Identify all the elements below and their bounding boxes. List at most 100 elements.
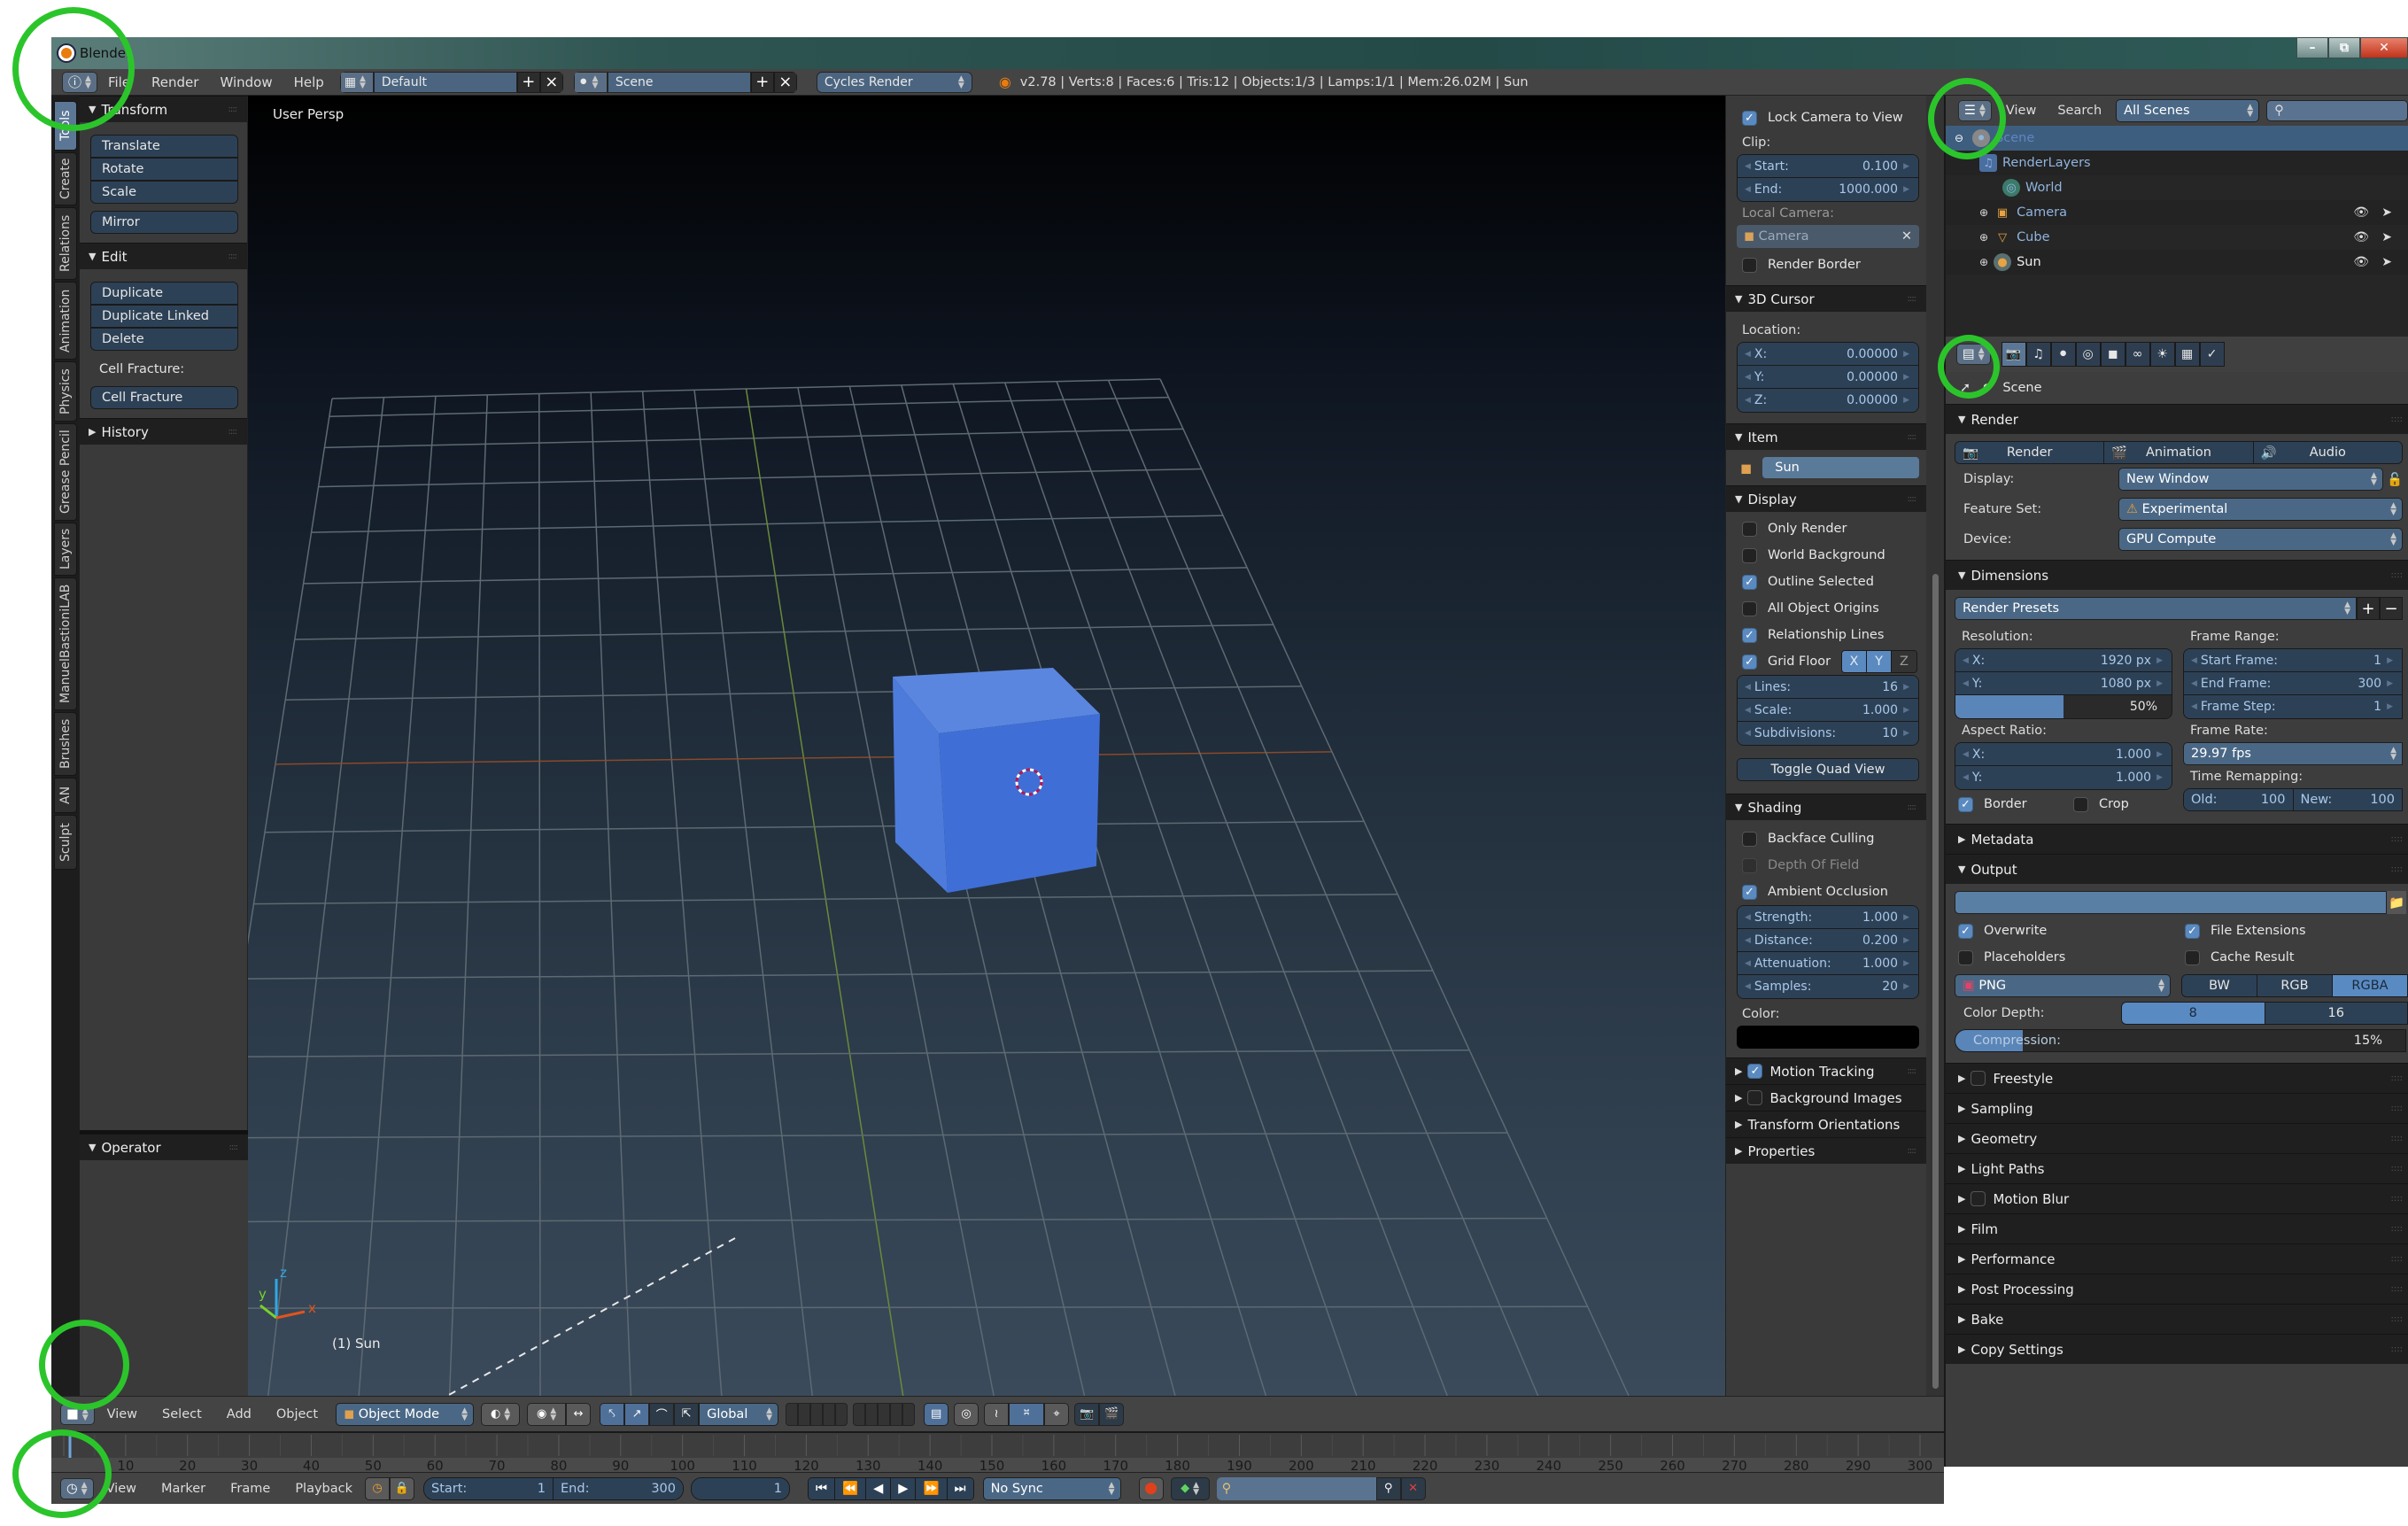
layers-grid-left[interactable]: [786, 1402, 848, 1426]
panel-freestyle-header[interactable]: ▶ Freestyle::::: [1946, 1063, 2408, 1093]
local-camera-field[interactable]: ◼ Camera ✕: [1737, 225, 1919, 248]
tab-object[interactable]: ◼: [2100, 342, 2125, 367]
tab-create[interactable]: Create: [54, 152, 77, 205]
active-keying-set-field[interactable]: ⚲: [1216, 1476, 1376, 1500]
grid-axis-y-toggle[interactable]: Y: [1867, 651, 1892, 672]
render-border-checkbox[interactable]: Render Border: [1726, 252, 1926, 278]
snap-target-button[interactable]: ⌖: [1044, 1402, 1070, 1426]
drag-grip-icon[interactable]: ::::: [228, 105, 238, 114]
jump-keyframe-back-button[interactable]: ⏪: [835, 1477, 867, 1499]
tab-brushes[interactable]: Brushes: [54, 712, 77, 776]
render-audio-button[interactable]: 🔊 Audio: [2253, 442, 2402, 463]
ao-samples-field[interactable]: ◀ Samples: 20 ▶: [1738, 975, 1918, 998]
ao-distance-field[interactable]: ◀ Distance: 0.200 ▶: [1738, 929, 1918, 952]
color-depth-8[interactable]: 8: [2122, 1003, 2265, 1024]
expand-icon[interactable]: ⊕: [1979, 256, 1988, 268]
time-remap-new-field[interactable]: New: 100: [2293, 789, 2402, 810]
file-extensions-checkbox[interactable]: ✓ File Extensions: [2181, 918, 2306, 944]
tab-relations[interactable]: Relations: [54, 207, 77, 280]
pivot-point-dropdown[interactable]: ◉ ▲ ▼: [527, 1402, 567, 1426]
duplicate-button[interactable]: Duplicate: [90, 282, 238, 305]
ambient-occlusion-checkbox[interactable]: ✓ Ambient Occlusion: [1726, 879, 1926, 905]
all-object-origins-checkbox[interactable]: All Object Origins: [1726, 595, 1926, 622]
tab-grease-pencil[interactable]: Grease Pencil: [54, 423, 77, 521]
screen-layout-icon[interactable]: ▦ ▲ ▼: [339, 71, 374, 93]
panel-background-images-header[interactable]: ▶ Background Images: [1726, 1084, 1926, 1111]
panel-shading-header[interactable]: ▼ Shading::::: [1726, 794, 1926, 820]
panel-output-header[interactable]: ▼ Output::::: [1946, 854, 2408, 884]
tab-animation[interactable]: Animation: [54, 282, 77, 360]
timeline-start-field[interactable]: Start: 1: [424, 1477, 554, 1499]
3d-viewport[interactable]: z y x User Persp (1) Sun: [248, 96, 1777, 1396]
grid-floor-checkbox[interactable]: ✓ Grid Floor: [1742, 654, 1831, 670]
time-remap-old-field[interactable]: Old: 100: [2184, 789, 2294, 810]
close-button[interactable]: ✕: [2360, 37, 2408, 58]
selectable-cursor-icon[interactable]: ➤: [2381, 205, 2392, 220]
panel-film-header[interactable]: ▶ Film::::: [1946, 1213, 2408, 1243]
display-dropdown[interactable]: New Window ▲ ▼: [2118, 468, 2383, 491]
cache-result-checkbox[interactable]: Cache Result: [2181, 944, 2306, 971]
selectable-cursor-icon[interactable]: ➤: [2381, 230, 2392, 244]
outliner-item-renderlayers[interactable]: ♫ RenderLayers: [1946, 151, 2408, 175]
menu-help[interactable]: Help: [283, 74, 335, 90]
visibility-eye-icon[interactable]: 👁: [2353, 255, 2369, 269]
scene-field[interactable]: Scene: [607, 71, 751, 93]
scrollbar-thumb[interactable]: [1932, 574, 1939, 1389]
timeline-end-field[interactable]: End: 300: [554, 1477, 684, 1499]
layers-grid-right[interactable]: [853, 1402, 916, 1426]
cube-object[interactable]: [893, 668, 1100, 893]
jump-to-end-button[interactable]: ⏭: [947, 1477, 973, 1499]
panel-dimensions-header[interactable]: ▼ Dimensions::::: [1946, 560, 2408, 590]
frame-rate-dropdown[interactable]: 29.97 fps ▲ ▼: [2183, 742, 2403, 765]
clip-end-field[interactable]: ◀ End: 1000.000 ▶: [1738, 178, 1918, 201]
3d-menu-object[interactable]: Object: [264, 1407, 330, 1421]
panel-render-header[interactable]: ▼ Render::::: [1946, 404, 2408, 434]
drag-grip-icon[interactable]: ::::: [229, 1143, 239, 1152]
tab-layers[interactable]: Layers: [54, 523, 77, 576]
placeholders-checkbox[interactable]: Placeholders: [1955, 944, 2181, 971]
color-mode-rgb[interactable]: RGB: [2257, 975, 2333, 996]
3d-menu-add[interactable]: Add: [214, 1407, 264, 1421]
outliner-item-world[interactable]: ◎ World: [1946, 175, 2408, 200]
tab-scene[interactable]: ⚫: [2050, 342, 2076, 367]
duplicate-linked-button[interactable]: Duplicate Linked: [90, 305, 238, 328]
viewport-shading-dropdown[interactable]: ◐ ▲ ▼: [481, 1402, 521, 1426]
rotate-button[interactable]: Rotate: [90, 158, 238, 181]
folder-icon[interactable]: 📁: [2387, 891, 2406, 914]
tab-render-layers[interactable]: ♫: [2025, 342, 2051, 367]
keying-set-dropdown[interactable]: ◆ ▲ ▼: [1170, 1476, 1210, 1500]
backface-culling-checkbox[interactable]: Backface Culling: [1726, 825, 1926, 852]
delete-button[interactable]: Delete: [90, 328, 238, 351]
timeline-ruler[interactable]: 10 20 30 40 50 60 70 80 90 100 110 120 130 140 150 160 1…: [51, 1431, 1944, 1474]
visibility-eye-icon[interactable]: 👁: [2353, 205, 2369, 220]
outliner-item-scene[interactable]: ⊖ ⚫ Scene: [1946, 126, 2408, 151]
render-animation-button[interactable]: 🎬 Animation: [2104, 442, 2254, 463]
panel-performance-header[interactable]: ▶ Performance::::: [1946, 1243, 2408, 1274]
timeline-menu-playback[interactable]: Playback: [283, 1482, 365, 1496]
scene-icon[interactable]: ⚫ ▲ ▼: [573, 71, 608, 93]
lock-to-scene-layers-button[interactable]: ▤: [924, 1402, 949, 1426]
outliner-menu-search[interactable]: Search: [2050, 104, 2109, 118]
feature-set-dropdown[interactable]: ⚠ Experimental ▲ ▼: [2118, 498, 2403, 521]
selectable-cursor-icon[interactable]: ➤: [2381, 255, 2392, 269]
panel-light-paths-header[interactable]: ▶ Light Paths::::: [1946, 1153, 2408, 1183]
clip-start-field[interactable]: ◀ Start: 0.100 ▶: [1738, 155, 1918, 178]
menu-window[interactable]: Window: [209, 74, 283, 90]
sync-mode-dropdown[interactable]: No Sync ▲ ▼: [982, 1476, 1121, 1500]
color-mode-bw[interactable]: BW: [2182, 975, 2257, 996]
crop-checkbox[interactable]: Crop: [2073, 796, 2129, 812]
outliner-item-cube[interactable]: ⊕ ▽ Cube 👁 ➤: [1946, 225, 2408, 250]
snap-element-dropdown[interactable]: ⎶: [1009, 1402, 1045, 1426]
translate-button[interactable]: Translate: [90, 135, 238, 158]
3d-menu-view[interactable]: View: [95, 1407, 150, 1421]
device-dropdown[interactable]: GPU Compute ▲ ▼: [2118, 528, 2403, 551]
file-format-dropdown[interactable]: ▣ PNG ▲ ▼: [1955, 974, 2171, 997]
cell-fracture-button[interactable]: Cell Fracture: [90, 386, 238, 409]
world-background-checkbox[interactable]: World Background: [1726, 542, 1926, 569]
interaction-mode-dropdown[interactable]: ◼ Object Mode ▲ ▼: [336, 1402, 475, 1426]
panel-item-header[interactable]: ▼ Item::::: [1726, 423, 1926, 450]
translate-manipulator-button[interactable]: ↗: [624, 1402, 650, 1426]
current-frame-field[interactable]: 1: [692, 1477, 790, 1499]
play-reverse-button[interactable]: ◀: [866, 1477, 892, 1499]
visibility-eye-icon[interactable]: 👁: [2353, 230, 2369, 244]
